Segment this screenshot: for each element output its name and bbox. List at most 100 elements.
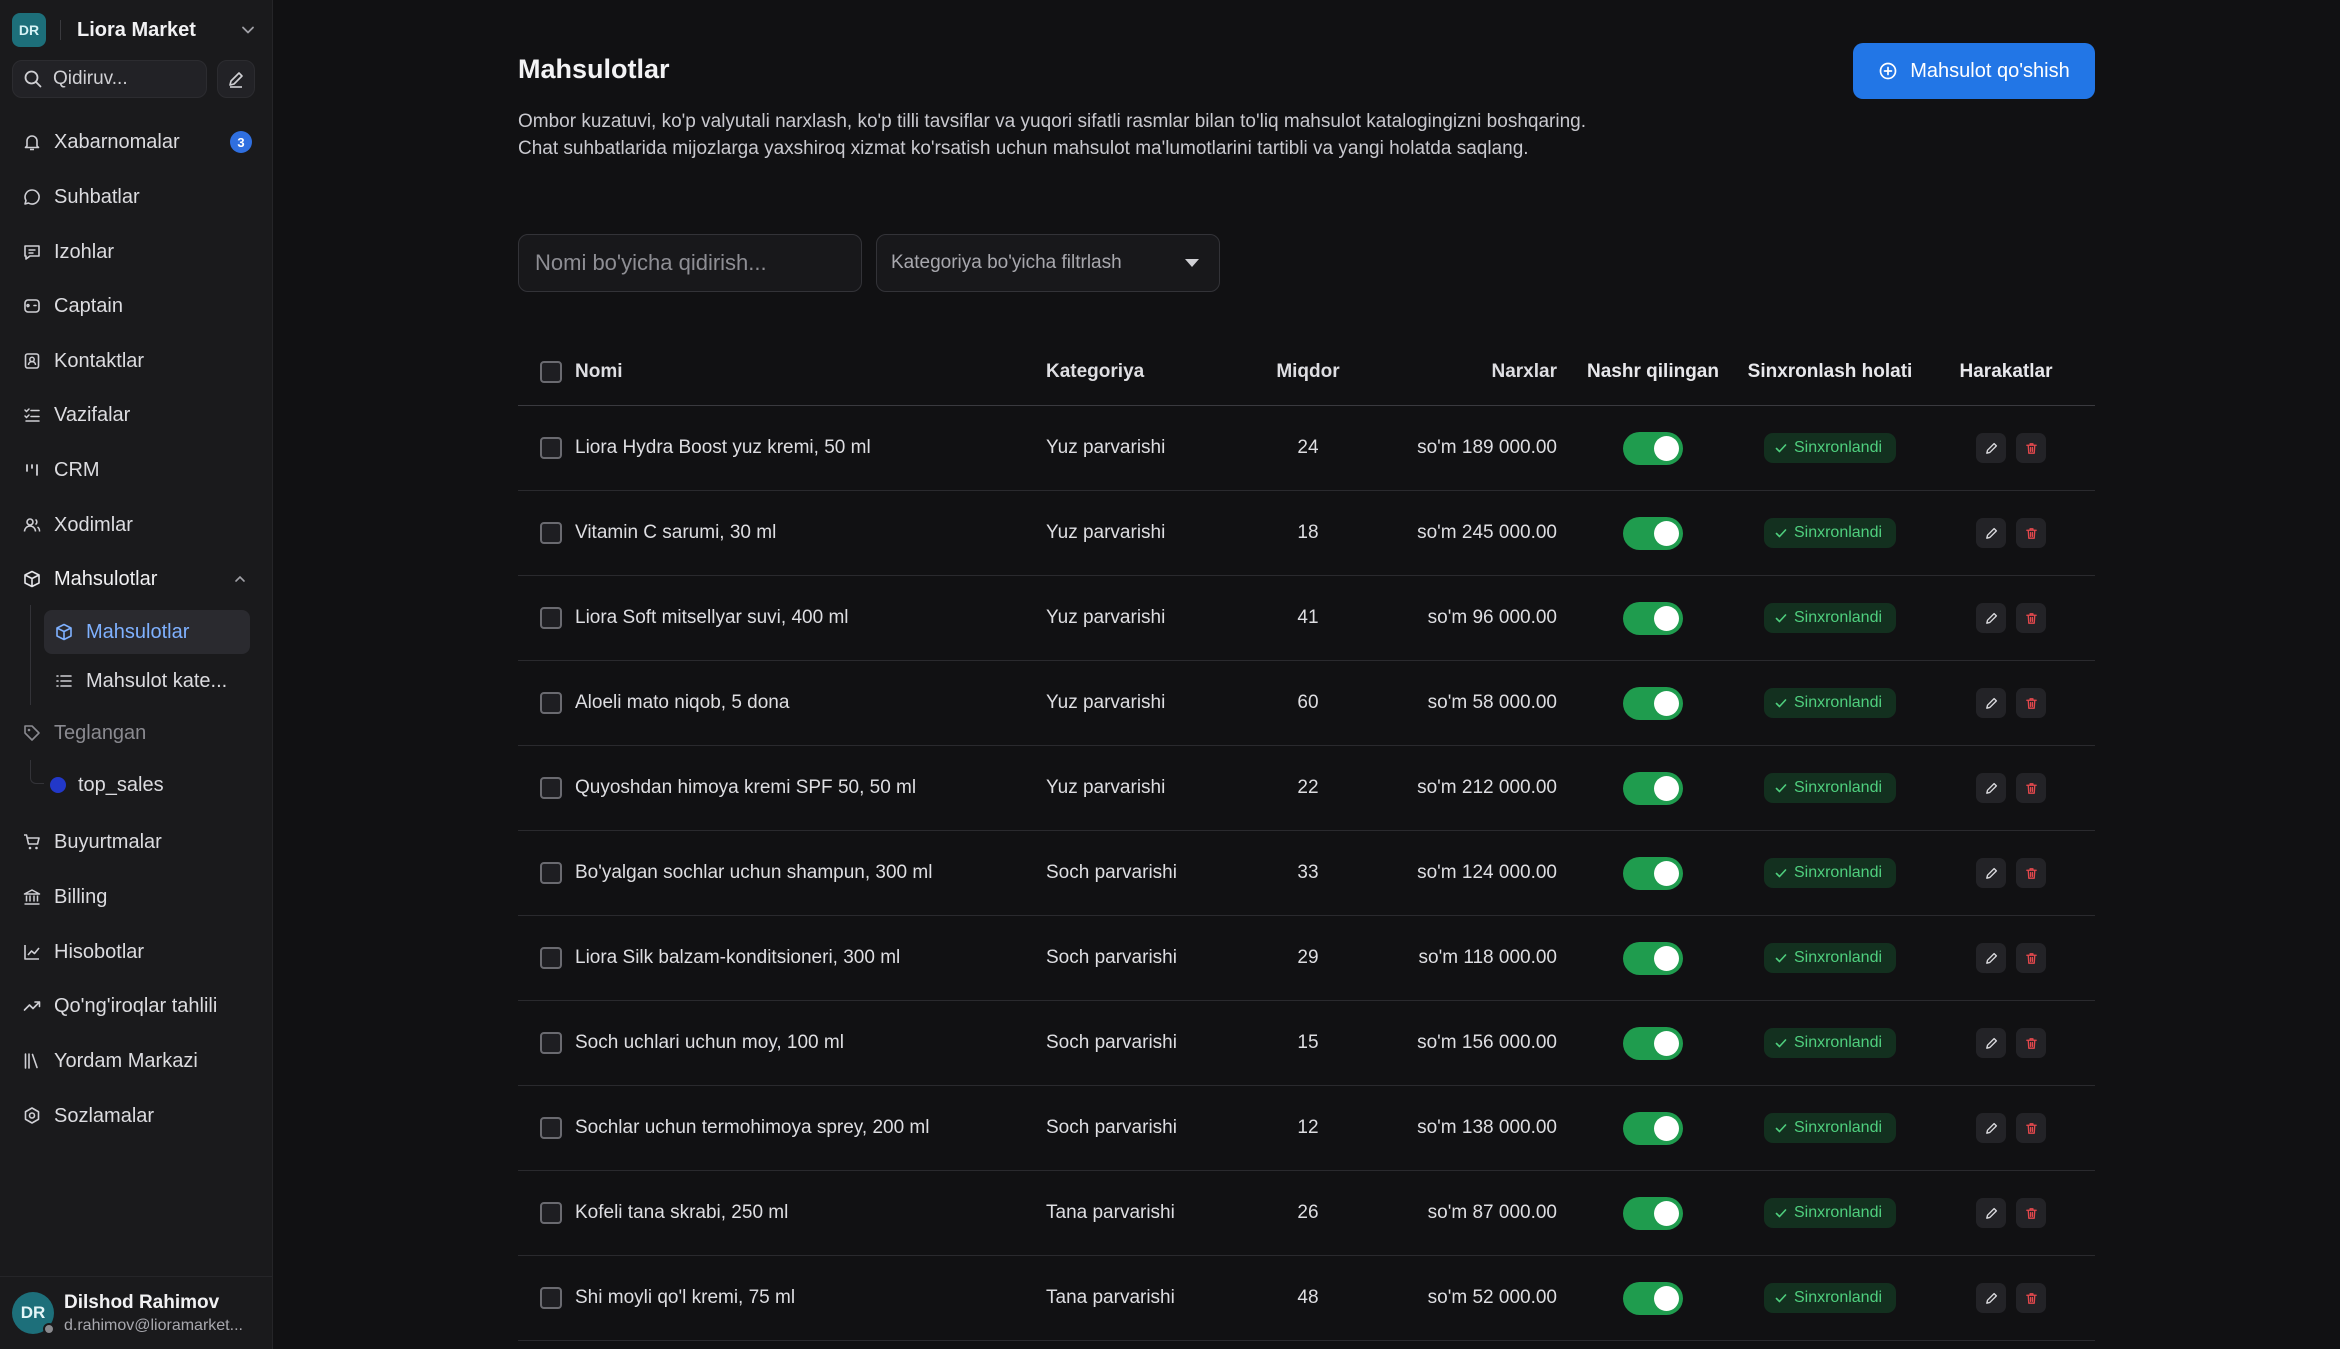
users-icon [23,518,41,532]
delete-button[interactable] [2016,1198,2046,1228]
row-checkbox[interactable] [540,777,562,799]
sidebar-subitem-products[interactable]: Mahsulotlar [44,610,250,654]
edit-button[interactable] [1976,603,2006,633]
published-toggle[interactable] [1623,771,1683,805]
published-toggle[interactable] [1623,601,1683,635]
sidebar-item-label: CRM [54,458,100,481]
sidebar-item-help-center[interactable]: Yordam Markazi [12,1039,262,1083]
sidebar-item-notifications[interactable]: Xabarnomalar 3 [12,120,262,164]
published-toggle[interactable] [1623,1281,1683,1315]
user-profile[interactable]: DR Dilshod Rahimov d.rahimov@lioramarket… [0,1276,273,1349]
sync-status-label: Sinxronlandi [1793,864,1883,881]
sidebar-item-conversations[interactable]: Suhbatlar [12,175,262,219]
row-checkbox[interactable] [540,947,562,969]
published-toggle[interactable] [1623,516,1683,550]
chat-icon [24,189,40,205]
row-checkbox[interactable] [540,1117,562,1139]
edit-button[interactable] [1976,1028,2006,1058]
delete-button[interactable] [2016,858,2046,888]
box-icon [56,623,72,641]
check-icon [1775,444,1787,453]
sidebar-item-contacts[interactable]: Kontaktlar [12,339,262,383]
sidebar-item-products[interactable]: Mahsulotlar [12,557,262,601]
delete-button[interactable] [2016,433,2046,463]
edit-button[interactable] [1976,433,2006,463]
sidebar-item-captain[interactable]: Captain [12,284,262,328]
trash-icon [2025,952,2037,964]
product-quantity: 24 [1297,437,1319,458]
sidebar-item-staff[interactable]: Xodimlar [12,503,262,547]
sidebar-item-call-analytics[interactable]: Qo'ng'iroqlar tahlili [12,984,262,1028]
table-header: Nomi Kategoriya Miqdor Narxlar Nashr qil… [518,339,2095,406]
category-filter-select[interactable]: Kategoriya bo'yicha filtrlash [876,234,1220,292]
sidebar-tag-top-sales[interactable]: top_sales [40,763,246,807]
published-toggle[interactable] [1623,1111,1683,1145]
edit-button[interactable] [1976,858,2006,888]
add-product-button[interactable]: Mahsulot qo'shish [1853,43,2095,99]
sidebar-item-billing[interactable]: Billing [12,875,262,919]
row-checkbox[interactable] [540,607,562,629]
edit-button[interactable] [1976,1283,2006,1313]
edit-button[interactable] [1976,773,2006,803]
pencil-icon [229,72,243,88]
edit-button[interactable] [1976,688,2006,718]
sidebar-item-settings[interactable]: Sozlamalar [12,1094,262,1138]
sidebar-item-comments[interactable]: Izohlar [12,230,262,274]
product-price: so'm 52 000.00 [1427,1287,1557,1308]
sync-status-label: Sinxronlandi [1793,949,1883,966]
trash-icon [2025,1292,2037,1304]
sidebar-subitem-categories[interactable]: Mahsulot kate... [44,659,250,703]
product-quantity: 15 [1297,1032,1319,1053]
row-checkbox[interactable] [540,1032,562,1054]
submenu-line [30,605,31,705]
name-search-input[interactable] [518,234,862,292]
row-checkbox[interactable] [540,862,562,884]
column-header-prices[interactable]: Narxlar [1378,339,1558,405]
sidebar-item-reports[interactable]: Hisobotlar [12,930,262,974]
row-checkbox[interactable] [540,1202,562,1224]
row-checkbox[interactable] [540,1287,562,1309]
delete-button[interactable] [2016,1028,2046,1058]
workspace-divider [60,20,61,40]
column-header-name[interactable]: Nomi [575,339,623,405]
delete-button[interactable] [2016,773,2046,803]
delete-button[interactable] [2016,1113,2046,1143]
compose-button[interactable] [217,60,255,98]
published-toggle[interactable] [1623,856,1683,890]
published-toggle[interactable] [1623,1196,1683,1230]
row-checkbox[interactable] [540,437,562,459]
edit-button[interactable] [1976,518,2006,548]
row-checkbox[interactable] [540,522,562,544]
column-header-sync-status: Sinxronlash holati [1747,361,1913,382]
trash-icon [2025,1207,2037,1219]
sidebar-item-orders[interactable]: Buyurtmalar [12,820,262,864]
edit-button[interactable] [1976,943,2006,973]
select-all-checkbox[interactable] [540,361,562,383]
sidebar-search[interactable]: Qidiruv... [12,60,207,98]
sync-status-badge: Sinxronlandi [1763,433,1897,463]
pencil-icon [1985,782,1997,794]
trash-icon [2025,527,2037,539]
published-toggle[interactable] [1623,686,1683,720]
published-toggle[interactable] [1623,1026,1683,1060]
delete-button[interactable] [2016,603,2046,633]
published-toggle[interactable] [1623,431,1683,465]
delete-button[interactable] [2016,518,2046,548]
row-checkbox[interactable] [540,692,562,714]
crm-icon [26,464,38,476]
column-header-category[interactable]: Kategoriya [1046,339,1144,405]
sync-status-label: Sinxronlandi [1793,1119,1883,1136]
sidebar-item-tasks[interactable]: Vazifalar [12,393,262,437]
product-quantity: 18 [1297,522,1319,543]
column-header-quantity[interactable]: Miqdor [1238,339,1378,405]
sidebar-subitem-label: Mahsulot kate... [86,669,228,692]
sidebar-item-crm[interactable]: CRM [12,448,262,492]
delete-button[interactable] [2016,943,2046,973]
edit-button[interactable] [1976,1113,2006,1143]
delete-button[interactable] [2016,1283,2046,1313]
published-toggle[interactable] [1623,941,1683,975]
workspace-switcher[interactable]: DR Liora Market [12,12,258,48]
edit-button[interactable] [1976,1198,2006,1228]
delete-button[interactable] [2016,688,2046,718]
check-icon [1775,529,1787,538]
